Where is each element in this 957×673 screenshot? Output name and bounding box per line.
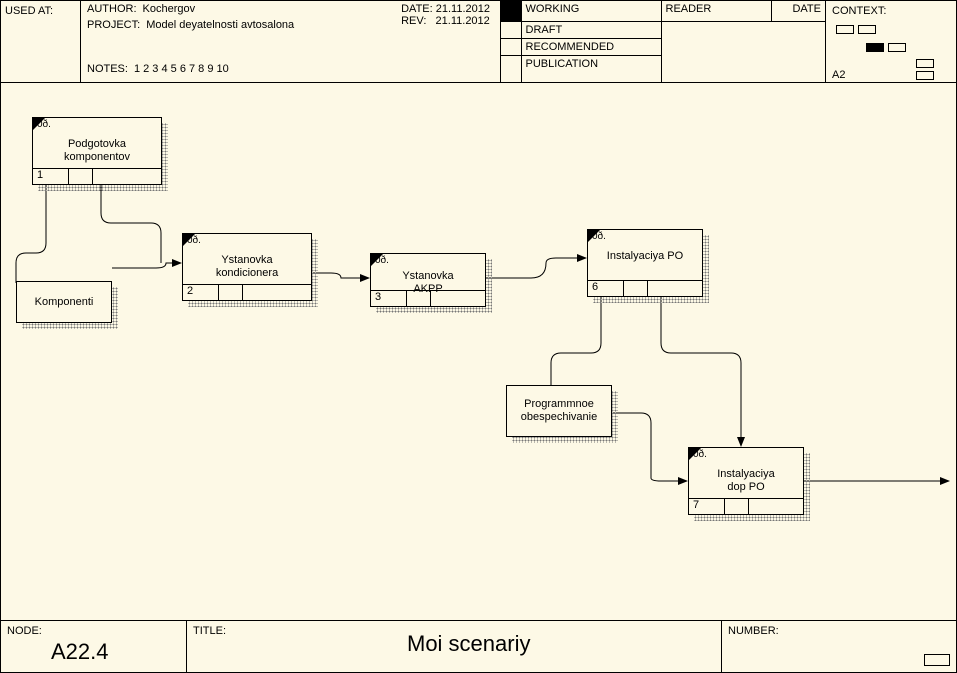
data-box-komponenti: Komponenti	[16, 281, 112, 323]
rev-value: 21.11.2012	[436, 15, 490, 27]
context-tree-icon	[866, 43, 910, 55]
box-label: Podgotovkakomponentov	[33, 138, 161, 164]
box-id: 0ð.	[693, 449, 707, 460]
status-table: WORKING READER DATE DRAFT RECOMMENDED PU…	[501, 1, 825, 83]
node-cell: NODE: A22.4	[1, 621, 187, 672]
date-value: 21.11.2012	[436, 3, 490, 15]
node-label: NODE:	[7, 625, 42, 637]
idef0-diagram-frame: USED AT: AUTHOR: Kochergov PROJECT: Mode…	[0, 0, 957, 673]
status-working: WORKING	[521, 1, 661, 21]
node-value: A22.4	[51, 639, 109, 665]
box-label: Ystanovkakondicionera	[183, 254, 311, 280]
data-box-po: Programmnoeobespechivanie	[506, 385, 612, 437]
author-value: Kochergov	[143, 3, 196, 15]
box-id: 0ð.	[375, 255, 389, 266]
box-id: 0ð.	[37, 119, 51, 130]
reader-label: READER	[661, 1, 771, 21]
status-draft: DRAFT	[521, 21, 661, 38]
diagram-canvas: 0ð. Podgotovkakomponentov 1 0ð. Ystanovk…	[1, 83, 956, 620]
box-id: 0ð.	[592, 231, 606, 242]
box-label: Instalyaciyadop PO	[689, 468, 803, 494]
activity-box-5: 0ð. Instalyaciyadop PO 7	[688, 447, 804, 515]
box-number: 3	[371, 291, 407, 306]
context-tree-icon	[916, 59, 956, 83]
activity-box-2: 0ð. Ystanovkakondicionera 2	[182, 233, 312, 301]
status-publication: PUBLICATION	[521, 55, 661, 83]
project-label: PROJECT:	[87, 19, 140, 31]
project-value: Model deyatelnosti avtosalona	[146, 19, 294, 31]
activity-box-4: 0ð. Instalyaciya PO 6	[587, 229, 703, 297]
number-cell: NUMBER:	[722, 621, 956, 672]
context-col: CONTEXT: A2	[826, 1, 957, 83]
context-code: A2	[832, 69, 845, 81]
box-number: 6	[588, 281, 624, 296]
date-col-label: DATE	[771, 1, 825, 21]
used-at-col: USED AT:	[1, 1, 81, 83]
status-marker	[501, 1, 521, 21]
number-label: NUMBER:	[728, 625, 779, 637]
box-number: 1	[33, 169, 69, 184]
number-box-icon	[924, 654, 950, 666]
activity-box-3: 0ð. YstanovkaAKPP 3	[370, 253, 486, 307]
notes-value: 1 2 3 4 5 6 7 8 9 10	[134, 63, 229, 75]
status-recommended: RECOMMENDED	[521, 38, 661, 55]
author-col: AUTHOR: Kochergov PROJECT: Model deyatel…	[81, 1, 501, 83]
author-label: AUTHOR:	[87, 3, 137, 15]
status-col: WORKING READER DATE DRAFT RECOMMENDED PU…	[501, 1, 826, 83]
header: USED AT: AUTHOR: Kochergov PROJECT: Mode…	[1, 1, 956, 83]
used-at-label: USED AT:	[1, 1, 80, 21]
box-number: 2	[183, 285, 219, 300]
box-label: Instalyaciya PO	[588, 250, 702, 263]
context-tree-icon	[836, 25, 880, 37]
rev-label: REV:	[401, 15, 426, 27]
box-number: 7	[689, 499, 725, 514]
footer: NODE: A22.4 TITLE: Moi scenariy NUMBER:	[1, 620, 956, 672]
context-label: CONTEXT:	[832, 5, 950, 17]
date-label: DATE:	[401, 3, 433, 15]
title-cell: TITLE: Moi scenariy	[187, 621, 722, 672]
box-id: 0ð.	[187, 235, 201, 246]
title-label: TITLE:	[193, 625, 226, 637]
notes-label: NOTES:	[87, 63, 128, 75]
activity-box-1: 0ð. Podgotovkakomponentov 1	[32, 117, 162, 185]
title-value: Moi scenariy	[407, 631, 530, 657]
